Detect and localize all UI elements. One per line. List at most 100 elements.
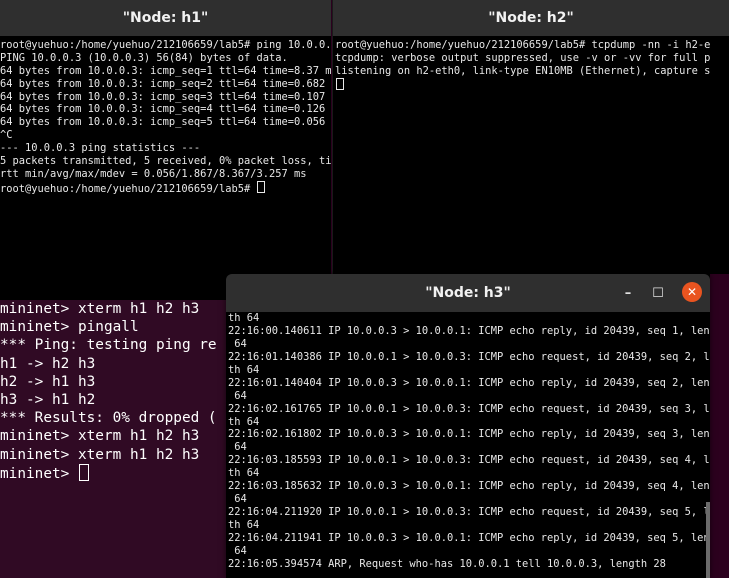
terminal-line: th 64 xyxy=(228,467,710,480)
terminal-line-text: mininet> xterm h1 h2 h3 xyxy=(0,446,200,463)
h3-scrollbar[interactable] xyxy=(706,502,710,578)
terminal-line-text: th 64 xyxy=(228,363,260,376)
terminal-line-text: th 64 xyxy=(228,519,260,531)
terminal-line: 64 xyxy=(228,338,710,351)
terminal-line-text: h2 -> h1 h3 xyxy=(0,373,96,390)
terminal-line-text: PING 10.0.0.3 (10.0.0.3) 56(84) bytes of… xyxy=(0,51,288,64)
cursor-icon xyxy=(257,180,266,193)
terminal-line: 64 xyxy=(228,493,710,506)
h2-terminal[interactable]: root@yuehuo:/home/yuehuo/212106659/lab5#… xyxy=(332,36,729,274)
terminal-line: h1 -> h2 h3 xyxy=(0,355,226,373)
terminal-line: 64 xyxy=(228,441,710,454)
terminal-line-text: *** Results: 0% dropped ( xyxy=(0,410,217,427)
terminal-line-text: mininet> xterm h1 h2 h3 xyxy=(0,301,200,317)
h3-window[interactable]: "Node: h3" – ☐ ✕ th 64 22:16:00.140611 IP… xyxy=(226,274,710,578)
terminal-line-text: root@yuehuo:/home/yuehuo/212106659/lab5#… xyxy=(0,39,331,51)
terminal-line: 64 bytes from 10.0.0.3: icmp_seq=3 ttl=6… xyxy=(0,91,331,104)
terminal-line: root@yuehuo:/home/yuehuo/212106659/lab5#… xyxy=(0,39,331,52)
h3-titlebar[interactable]: "Node: h3" – ☐ ✕ xyxy=(226,274,710,312)
h3-terminal[interactable]: th 64 22:16:00.140611 IP 10.0.0.3 > 10.0.… xyxy=(226,312,710,578)
terminal-line-text: h3 -> h1 h2 xyxy=(0,391,96,408)
h2-title: "Node: h2" xyxy=(488,10,574,26)
terminal-line: th 64 xyxy=(228,312,710,325)
cursor-icon xyxy=(78,463,89,481)
terminal-line-text: 64 xyxy=(228,337,247,350)
cursor-icon xyxy=(336,77,344,90)
terminal-line: mininet> xterm h1 h2 h3 xyxy=(0,300,226,318)
h1-titlebar[interactable]: "Node: h1" xyxy=(0,0,331,36)
terminal-line: 22:16:05.394574 ARP, Request who-has 10.… xyxy=(228,558,710,571)
h1-title: "Node: h1" xyxy=(122,10,209,26)
terminal-line xyxy=(335,77,729,91)
terminal-line: listening on h2-eth0, link-type EN10MB (… xyxy=(335,65,729,78)
h3-title: "Node: h3" xyxy=(425,285,511,301)
terminal-line-text: th 64 xyxy=(228,467,260,480)
terminal-line: 22:16:04.211920 IP 10.0.0.1 > 10.0.0.3: … xyxy=(228,506,710,519)
terminal-line: tcpdump: verbose output suppressed, use … xyxy=(335,52,729,65)
terminal-line: 64 bytes from 10.0.0.3: icmp_seq=4 ttl=6… xyxy=(0,103,331,116)
terminal-line-text: root@yuehuo:/home/yuehuo/212106659/lab5# xyxy=(0,182,257,195)
terminal-line-text: 22:16:01.140386 IP 10.0.0.1 > 10.0.0.3: … xyxy=(228,350,710,363)
terminal-line-text: *** Ping: testing ping re xyxy=(0,337,217,354)
terminal-line-text: listening on h2-eth0, link-type EN10MB (… xyxy=(335,64,711,77)
terminal-line-text: h1 -> h2 h3 xyxy=(0,355,96,372)
terminal-line: 64 bytes from 10.0.0.3: icmp_seq=1 ttl=6… xyxy=(0,65,331,78)
terminal-line-text: th 64 xyxy=(228,312,260,324)
close-icon: ✕ xyxy=(686,285,698,299)
terminal-line: ^C xyxy=(0,129,331,142)
terminal-line: 22:16:04.211941 IP 10.0.0.3 > 10.0.0.1: … xyxy=(228,532,710,545)
terminal-line: h3 -> h1 h2 xyxy=(0,391,226,409)
terminal-line-text: rtt min/avg/max/mdev = 0.056/1.867/8.367… xyxy=(0,167,307,180)
terminal-line: *** Ping: testing ping re xyxy=(0,336,226,354)
terminal-line: 22:16:00.140611 IP 10.0.0.3 > 10.0.0.1: … xyxy=(228,325,710,338)
terminal-line: th 64 xyxy=(228,519,710,532)
terminal-line-text: 64 xyxy=(228,389,247,402)
mininet-terminal[interactable]: mininet> xterm h1 h2 h3 mininet> pingall *… xyxy=(0,300,226,578)
terminal-line: rtt min/avg/max/mdev = 0.056/1.867/8.367… xyxy=(0,168,331,181)
terminal-line-text: th 64 xyxy=(228,415,260,428)
terminal-line: 64 xyxy=(228,545,710,558)
maximize-button[interactable]: ☐ xyxy=(648,283,668,303)
terminal-line-text: root@yuehuo:/home/yuehuo/212106659/lab5#… xyxy=(335,39,711,51)
terminal-line: *** Results: 0% dropped ( xyxy=(0,409,226,427)
terminal-line-text: 5 packets transmitted, 5 received, 0% pa… xyxy=(0,155,331,168)
terminal-line-text: 64 bytes from 10.0.0.3: icmp_seq=1 ttl=6… xyxy=(0,64,331,77)
terminal-line: 64 xyxy=(228,390,710,403)
terminal-line: 22:16:03.185632 IP 10.0.0.3 > 10.0.0.1: … xyxy=(228,480,710,493)
terminal-line: 22:16:02.161765 IP 10.0.0.1 > 10.0.0.3: … xyxy=(228,403,710,416)
terminal-line-text: mininet> xyxy=(0,465,78,482)
terminal-line-text: tcpdump: verbose output suppressed, use … xyxy=(335,51,711,64)
h2-titlebar[interactable]: "Node: h2" xyxy=(332,0,729,36)
terminal-line-text: 64 bytes from 10.0.0.3: icmp_seq=2 ttl=6… xyxy=(0,77,331,90)
terminal-line: mininet> xterm h1 h2 h3 xyxy=(0,446,226,464)
terminal-line-text: 64 bytes from 10.0.0.3: icmp_seq=3 ttl=6… xyxy=(0,90,331,103)
terminal-line: 64 bytes from 10.0.0.3: icmp_seq=2 ttl=6… xyxy=(0,78,331,91)
terminal-line: 22:16:02.161802 IP 10.0.0.3 > 10.0.0.1: … xyxy=(228,428,710,441)
h1-terminal[interactable]: root@yuehuo:/home/yuehuo/212106659/lab5#… xyxy=(0,36,331,300)
minimize-icon: – xyxy=(624,285,632,301)
close-button[interactable]: ✕ xyxy=(682,282,702,302)
terminal-line-text: 64 bytes from 10.0.0.3: icmp_seq=5 ttl=6… xyxy=(0,116,331,129)
terminal-line: 22:16:03.185593 IP 10.0.0.1 > 10.0.0.3: … xyxy=(228,454,710,467)
terminal-line-text: 22:16:03.185632 IP 10.0.0.3 > 10.0.0.1: … xyxy=(228,480,710,493)
terminal-line-text: 22:16:04.211941 IP 10.0.0.3 > 10.0.0.1: … xyxy=(228,531,710,544)
terminal-line: --- 10.0.0.3 ping statistics --- xyxy=(0,142,331,155)
terminal-line-text: 64 xyxy=(228,544,247,557)
terminal-line: 22:16:01.140386 IP 10.0.0.1 > 10.0.0.3: … xyxy=(228,351,710,364)
minimize-button[interactable]: – xyxy=(618,283,638,303)
terminal-line: root@yuehuo:/home/yuehuo/212106659/lab5# xyxy=(0,180,331,195)
terminal-line: mininet> pingall xyxy=(0,318,226,336)
terminal-line-text: 22:16:03.185593 IP 10.0.0.1 > 10.0.0.3: … xyxy=(228,454,710,467)
terminal-line-text: 22:16:02.161802 IP 10.0.0.3 > 10.0.0.1: … xyxy=(228,428,710,441)
terminal-line: 5 packets transmitted, 5 received, 0% pa… xyxy=(0,155,331,168)
terminal-line-text: mininet> pingall xyxy=(0,319,139,336)
terminal-line: th 64 xyxy=(228,416,710,429)
terminal-line-text: 22:16:01.140404 IP 10.0.0.3 > 10.0.0.1: … xyxy=(228,376,710,389)
maximize-icon: ☐ xyxy=(652,285,664,301)
terminal-line: 64 bytes from 10.0.0.3: icmp_seq=5 ttl=6… xyxy=(0,116,331,129)
terminal-line: root@yuehuo:/home/yuehuo/212106659/lab5#… xyxy=(335,39,729,52)
terminal-line: h2 -> h1 h3 xyxy=(0,373,226,391)
terminal-line: th 64 xyxy=(228,364,710,377)
terminal-line-text: ^C xyxy=(0,129,13,142)
terminal-line-text: --- 10.0.0.3 ping statistics --- xyxy=(0,142,201,155)
